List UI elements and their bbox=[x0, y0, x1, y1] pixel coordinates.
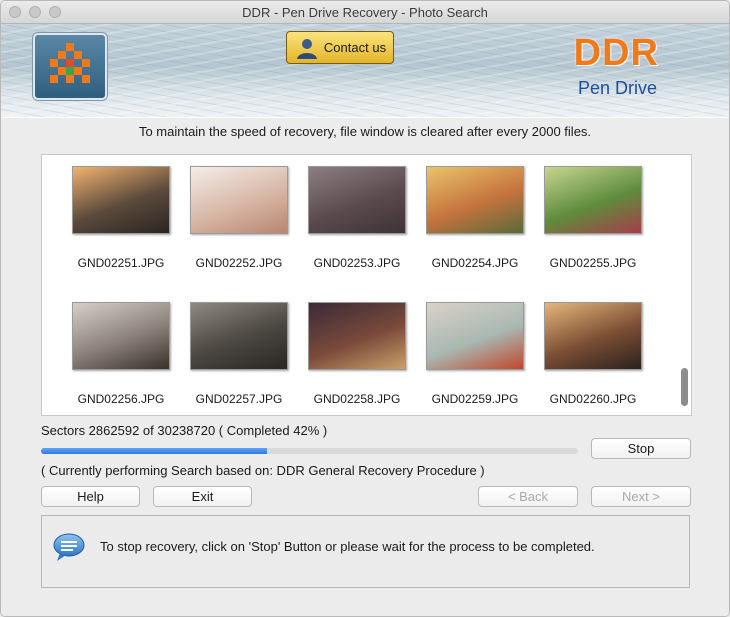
back-button[interactable]: < Back bbox=[478, 486, 578, 507]
stop-button[interactable]: Stop bbox=[591, 438, 691, 459]
sectors-progress-text: Sectors 2862592 of 30238720 ( Completed … bbox=[41, 423, 328, 438]
photo-thumbnail bbox=[72, 302, 170, 370]
brand-subtitle: Pen Drive bbox=[577, 78, 657, 98]
file-thumbnail-item[interactable]: GND02252.JPG bbox=[184, 166, 294, 270]
speech-bubble-icon bbox=[53, 533, 85, 561]
file-name-label: GND02254.JPG bbox=[431, 256, 519, 270]
file-thumbnail-item[interactable]: GND02251.JPG bbox=[66, 166, 176, 270]
file-thumbnail-item[interactable]: GND02257.JPG bbox=[184, 302, 294, 406]
recovery-progress-bar bbox=[41, 448, 578, 454]
file-thumbnail-item[interactable]: GND02258.JPG bbox=[302, 302, 412, 406]
contact-us-label: Contact us bbox=[323, 40, 387, 55]
photo-thumbnail bbox=[308, 302, 406, 370]
photo-thumbnail bbox=[544, 302, 642, 370]
ddr-logo-icon bbox=[50, 43, 90, 83]
app-logo bbox=[33, 33, 107, 100]
brand-title: DDR bbox=[573, 32, 659, 74]
file-thumbnail-item[interactable]: GND02253.JPG bbox=[302, 166, 412, 270]
info-panel: To stop recovery, click on 'Stop' Button… bbox=[41, 515, 690, 588]
file-name-label: GND02257.JPG bbox=[195, 392, 283, 406]
scrollbar-thumb[interactable] bbox=[681, 368, 688, 406]
app-window: DDR - Pen Drive Recovery - Photo Search … bbox=[0, 0, 730, 617]
title-bar: DDR - Pen Drive Recovery - Photo Search bbox=[1, 1, 729, 24]
photo-thumbnail bbox=[72, 166, 170, 234]
file-name-label: GND02251.JPG bbox=[77, 256, 165, 270]
exit-button[interactable]: Exit bbox=[153, 486, 252, 507]
photo-thumbnail bbox=[308, 166, 406, 234]
main-content: To maintain the speed of recovery, file … bbox=[1, 118, 729, 616]
file-thumbnail-item[interactable]: GND02259.JPG bbox=[420, 302, 530, 406]
file-thumbnail-item[interactable]: GND02255.JPG bbox=[538, 166, 648, 270]
help-button[interactable]: Help bbox=[41, 486, 140, 507]
photo-thumbnail bbox=[190, 302, 288, 370]
file-thumbnail-item[interactable]: GND02260.JPG bbox=[538, 302, 648, 406]
file-name-label: GND02252.JPG bbox=[195, 256, 283, 270]
photo-thumbnail bbox=[544, 166, 642, 234]
progress-fill bbox=[41, 448, 267, 454]
file-name-label: GND02256.JPG bbox=[77, 392, 165, 406]
file-name-label: GND02255.JPG bbox=[549, 256, 637, 270]
photo-thumbnail bbox=[426, 166, 524, 234]
contact-us-button[interactable]: Contact us bbox=[286, 31, 394, 64]
file-thumbnail-item[interactable]: GND02254.JPG bbox=[420, 166, 530, 270]
next-button[interactable]: Next > bbox=[591, 486, 691, 507]
file-thumbnail-item[interactable]: GND02256.JPG bbox=[66, 302, 176, 406]
recovered-files-grid: GND02251.JPG GND02252.JPG GND02253.JPG GND0… bbox=[41, 154, 692, 416]
photo-thumbnail bbox=[426, 302, 524, 370]
file-name-label: GND02258.JPG bbox=[313, 392, 401, 406]
photo-thumbnail bbox=[190, 166, 288, 234]
file-name-label: GND02253.JPG bbox=[313, 256, 401, 270]
info-message: To stop recovery, click on 'Stop' Button… bbox=[100, 539, 595, 554]
file-name-label: GND02260.JPG bbox=[549, 392, 637, 406]
window-title: DDR - Pen Drive Recovery - Photo Search bbox=[242, 5, 488, 20]
header-banner: Contact us DDR Pen Drive bbox=[1, 24, 729, 117]
file-name-label: GND02259.JPG bbox=[431, 392, 519, 406]
search-status-text: ( Currently performing Search based on: … bbox=[41, 463, 485, 478]
speed-notice: To maintain the speed of recovery, file … bbox=[138, 124, 592, 139]
contact-person-icon bbox=[296, 38, 317, 59]
vertical-scrollbar[interactable] bbox=[678, 155, 690, 415]
